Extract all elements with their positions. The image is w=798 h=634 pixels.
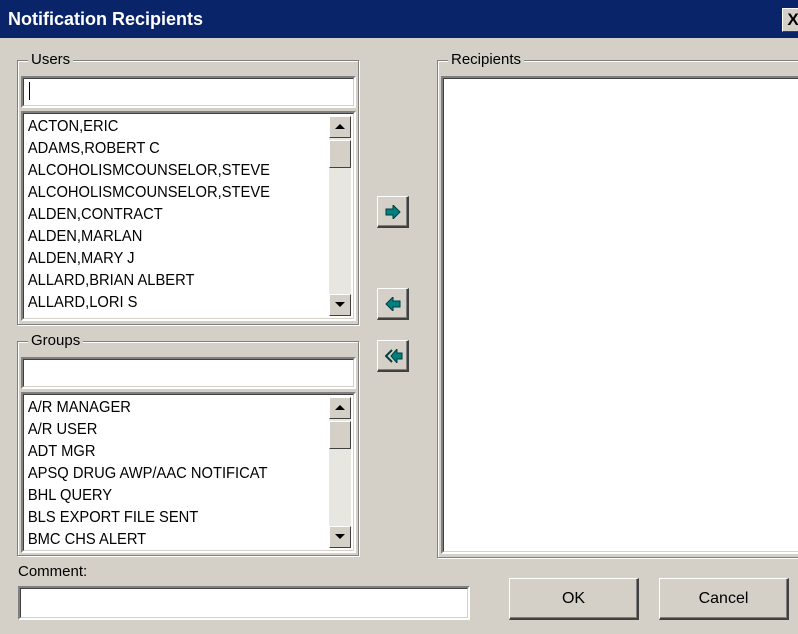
groups-group-label: Groups <box>28 332 84 350</box>
groups-scrollbar[interactable] <box>329 397 351 548</box>
users-list-items: ACTON,ERIC ADAMS,ROBERT C ALCOHOLISMCOUNSE… <box>26 116 328 316</box>
chevron-down-icon <box>335 302 345 307</box>
title-bar: Notification Recipients X <box>0 0 798 38</box>
list-item[interactable]: ALDEN,MARLAN <box>26 226 304 248</box>
groups-search-input[interactable] <box>21 357 356 389</box>
list-item[interactable]: ALDEN,CONTRACT <box>26 204 304 226</box>
remove-recipient-button[interactable] <box>377 288 409 320</box>
close-button[interactable]: X <box>782 8 798 32</box>
groups-list-items: A/R MANAGER A/R USER ADT MGR APSQ DRUG AWP/… <box>26 397 328 548</box>
list-item[interactable]: BLS EXPORT FILE SENT <box>26 507 304 529</box>
arrow-right-icon <box>385 205 401 219</box>
scroll-thumb[interactable] <box>329 140 351 168</box>
list-item[interactable]: ALCOHOLISMCOUNSELOR,STEVE <box>26 182 304 204</box>
list-item[interactable]: ALLARD,BRIAN ALBERT <box>26 270 304 292</box>
list-item[interactable]: ALLARD,LORI S <box>26 292 304 314</box>
list-item[interactable]: A/R MANAGER <box>26 397 304 419</box>
arrow-left-icon <box>385 297 401 311</box>
close-icon: X <box>787 10 798 29</box>
remove-all-recipients-button[interactable] <box>377 340 409 372</box>
list-item[interactable]: ADAMS,ROBERT C <box>26 138 304 160</box>
comment-label: Comment: <box>18 563 88 580</box>
users-group-label: Users <box>28 51 74 69</box>
window-title: Notification Recipients <box>8 9 204 29</box>
scroll-up-button[interactable] <box>329 116 351 138</box>
scroll-down-button[interactable] <box>329 526 351 548</box>
ok-button[interactable]: OK <box>509 578 639 620</box>
list-item[interactable]: BMC CHS ALERT <box>26 529 304 548</box>
list-item[interactable]: ADT MGR <box>26 441 304 463</box>
list-item[interactable]: ALDEN,MARY J <box>26 248 304 270</box>
groups-list[interactable]: A/R MANAGER A/R USER ADT MGR APSQ DRUG AWP/… <box>21 392 356 553</box>
chevron-up-icon <box>335 124 345 129</box>
scroll-thumb[interactable] <box>329 421 351 449</box>
list-item[interactable]: ACTON,ERIC <box>26 116 304 138</box>
list-item[interactable]: A/R USER <box>26 419 304 441</box>
cancel-button[interactable]: Cancel <box>659 578 789 620</box>
comment-input[interactable] <box>18 586 470 620</box>
list-item[interactable]: BHL QUERY <box>26 485 304 507</box>
list-item[interactable]: APSQ DRUG AWP/AAC NOTIFICAT <box>26 463 304 485</box>
scroll-down-button[interactable] <box>329 294 351 316</box>
users-scrollbar[interactable] <box>329 116 351 316</box>
recipients-list[interactable] <box>441 76 798 554</box>
users-list[interactable]: ACTON,ERIC ADAMS,ROBERT C ALCOHOLISMCOUNSE… <box>21 111 356 321</box>
list-item[interactable]: ALCOHOLISMCOUNSELOR,STEVE <box>26 160 304 182</box>
text-caret <box>29 82 30 100</box>
recipients-group-label: Recipients <box>448 51 525 69</box>
scroll-up-button[interactable] <box>329 397 351 419</box>
double-arrow-left-icon <box>385 349 403 363</box>
add-recipient-button[interactable] <box>377 196 409 228</box>
chevron-down-icon <box>335 534 345 539</box>
users-search-input[interactable] <box>21 76 356 108</box>
chevron-up-icon <box>335 405 345 410</box>
